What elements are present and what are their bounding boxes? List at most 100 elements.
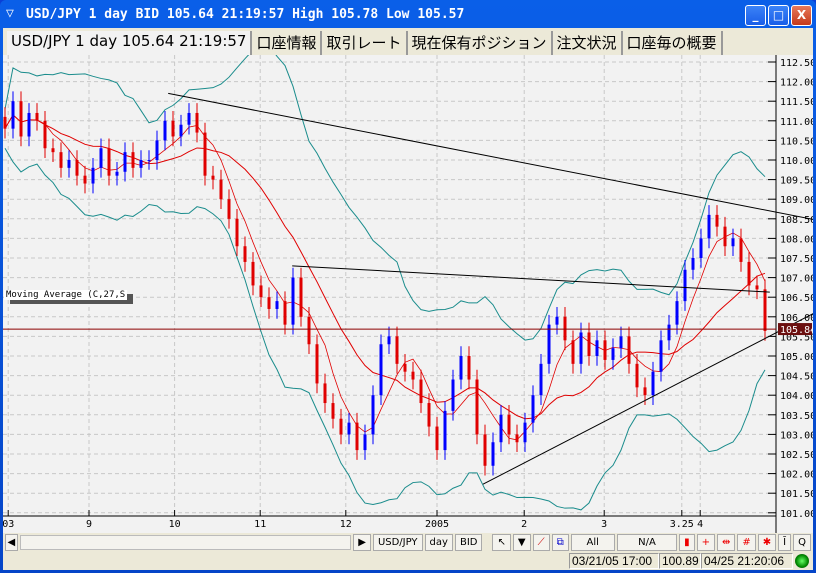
y-tick-label: 106.50 — [780, 293, 813, 304]
tab-positions[interactable]: 現在保有ポジション — [408, 31, 553, 55]
candle-body — [611, 348, 615, 360]
candle-body — [163, 120, 167, 141]
candle-body — [219, 179, 223, 200]
candle-body — [99, 148, 103, 168]
x-tick-label: 3.25 — [670, 519, 694, 530]
y-tick-label: 109.00 — [780, 195, 813, 206]
y-tick-label: 108.00 — [780, 234, 813, 245]
tab-account-summary[interactable]: 口座毎の概要 — [623, 31, 723, 55]
play-button[interactable]: ▶ — [353, 534, 371, 551]
y-tick-label: 104.50 — [780, 372, 813, 383]
server-time: 04/25 21:20:06 — [701, 553, 793, 569]
crosshair-icon[interactable]: + — [696, 534, 715, 551]
candle-body — [251, 261, 255, 286]
y-tick-label: 107.00 — [780, 274, 813, 285]
x-tick-label: 2005 — [425, 519, 449, 530]
x-tick-label: 4 — [697, 519, 703, 530]
tab-trade-rates[interactable]: 取引レート — [322, 31, 408, 55]
price-chart[interactable]: 112.50 112.00 111.50 111.00 110.50 110.00 109.… — [3, 55, 813, 533]
candle-body — [19, 101, 23, 137]
y-tick-label: 103.50 — [780, 411, 813, 422]
x-tick-label: 11 — [254, 519, 266, 530]
rectangle-tool-icon[interactable]: ⧉ — [551, 534, 569, 551]
candle-icon[interactable]: ▮ — [679, 534, 695, 551]
maximize-button[interactable]: □ — [768, 5, 789, 26]
autoscale-icon[interactable]: Ī — [778, 534, 792, 551]
app-window: ▽ USD/JPY 1 day BID 105.64 21:19:57 High… — [0, 0, 816, 573]
candle-body — [147, 160, 151, 161]
candle-body — [459, 356, 463, 380]
tab-account-info[interactable]: 口座情報 — [252, 31, 323, 55]
candle-body — [139, 160, 143, 168]
period-button[interactable]: day — [424, 534, 453, 551]
fib-icon[interactable]: ✱ — [757, 534, 777, 551]
x-tick-label: 2 — [521, 519, 527, 530]
trendline-tool-icon[interactable]: ⟋ — [532, 534, 550, 551]
y-tick-label: 109.50 — [780, 176, 813, 187]
candle-body — [435, 426, 439, 451]
q-button[interactable]: Q — [793, 534, 811, 551]
tab-orders[interactable]: 注文状況 — [553, 31, 623, 55]
candle-body — [123, 152, 127, 172]
y-tick-label: 104.00 — [780, 391, 813, 402]
candle-body — [323, 383, 327, 404]
y-tick-label: 111.50 — [780, 97, 813, 108]
candle-body — [355, 422, 359, 451]
candle-body — [67, 160, 71, 168]
candle-body — [363, 434, 367, 451]
tab-bar: USD/JPY 1 day 105.64 21:19:57 口座情報 取引レート… — [3, 28, 723, 55]
candle-body — [571, 340, 575, 364]
cursor-tool-button[interactable]: ↖ — [492, 534, 511, 551]
scroll-left-button[interactable]: ◀ — [5, 534, 18, 551]
tab-chart[interactable]: USD/JPY 1 day 105.64 21:19:57 — [7, 31, 253, 55]
title-bar: ▽ USD/JPY 1 day BID 105.64 21:19:57 High… — [0, 0, 816, 28]
candle-body — [747, 261, 751, 286]
candle-body — [547, 324, 551, 364]
candle-body — [75, 160, 79, 176]
candle-body — [379, 344, 383, 396]
candle-body — [755, 285, 759, 290]
close-button[interactable]: X — [791, 5, 812, 26]
candle-body — [291, 277, 295, 325]
candle-body — [587, 332, 591, 356]
trendline — [168, 92, 813, 220]
candle-body — [155, 140, 159, 160]
moving-average-label[interactable]: Moving Average (C,27,S — [4, 290, 128, 300]
na-button[interactable]: N/A — [616, 534, 678, 551]
minimize-button[interactable]: _ — [745, 5, 766, 26]
candle-body — [203, 132, 207, 176]
window-title: USD/JPY 1 day BID 105.64 21:19:57 High 1… — [26, 6, 465, 22]
candle-body — [171, 120, 175, 137]
candle-body — [707, 214, 711, 239]
candle-body — [467, 356, 471, 380]
candle-body — [555, 316, 559, 325]
candle-body — [443, 410, 447, 451]
candle-body — [51, 148, 55, 153]
candle-body — [115, 171, 119, 176]
candle-body — [651, 371, 655, 396]
app-logo-icon: ▽ — [6, 6, 14, 21]
candle-body — [83, 175, 87, 184]
candle-body — [339, 418, 343, 435]
all-button[interactable]: All — [570, 534, 615, 551]
candle-body — [739, 238, 743, 262]
candle-body — [419, 379, 423, 404]
symbol-button[interactable]: USD/JPY — [372, 534, 423, 551]
candle-body — [35, 112, 39, 121]
chart-scrollbar[interactable] — [19, 535, 352, 550]
dropdown-button[interactable]: ▼ — [512, 534, 531, 551]
candle-body — [411, 371, 415, 380]
horizontal-line-icon[interactable]: ⇹ — [716, 534, 736, 551]
candle-body — [643, 387, 647, 396]
candle-body — [691, 258, 695, 270]
candle-body — [371, 395, 375, 435]
current-price-label: 105.84 — [780, 325, 813, 336]
y-tick-label: 101.00 — [780, 509, 813, 520]
side-button[interactable]: BID — [454, 534, 483, 551]
candle-body — [267, 297, 271, 309]
candle-body — [59, 152, 63, 168]
cursor-time: 03/21/05 17:00 — [569, 553, 659, 569]
candle-body — [331, 403, 335, 419]
grid-icon[interactable]: # — [737, 534, 756, 551]
candle-body — [619, 336, 623, 349]
